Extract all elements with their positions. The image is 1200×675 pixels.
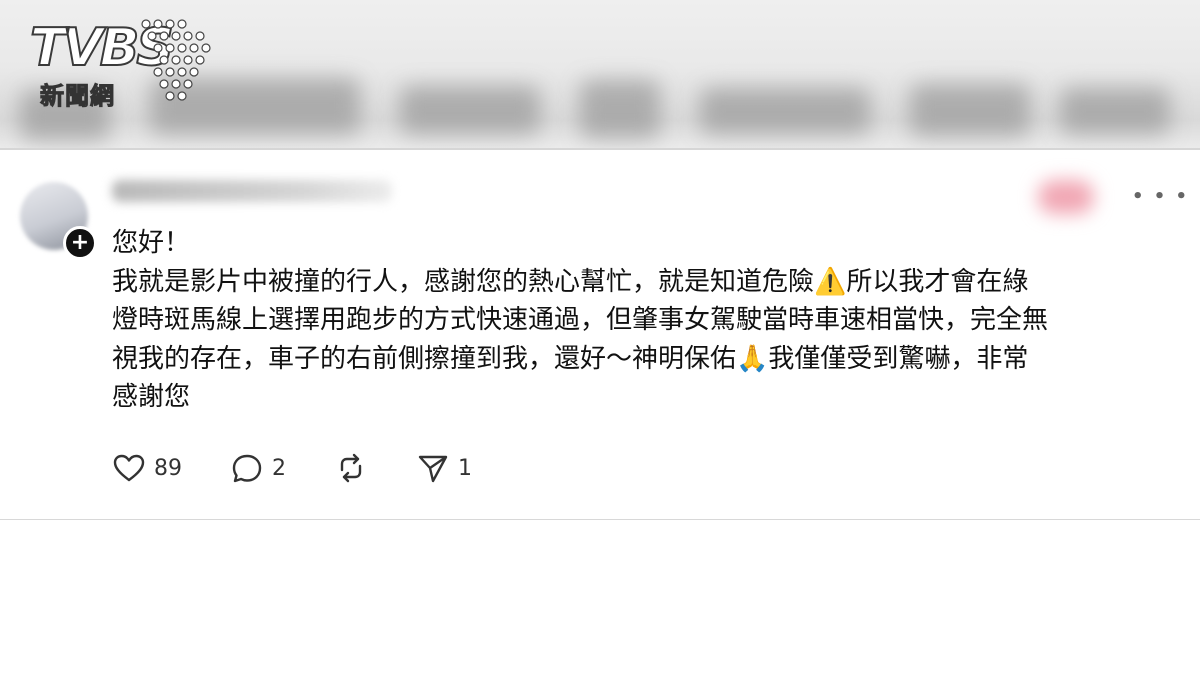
tvbs-logo: TVBS 新聞網 xyxy=(29,14,215,118)
comment-button[interactable]: 2 xyxy=(230,452,286,484)
username-blurred xyxy=(112,180,392,202)
blurred-badge xyxy=(1038,180,1094,214)
repost-icon xyxy=(340,453,362,483)
comment-line: 您好！ xyxy=(112,228,191,258)
logo-dots-icon xyxy=(141,19,211,101)
follow-plus-icon[interactable]: + xyxy=(63,226,97,260)
repost-button[interactable] xyxy=(334,452,368,484)
logo-subtitle: 新聞網 xyxy=(40,82,115,110)
comment-divider xyxy=(0,519,1200,520)
comment-text: 您好！ 我就是影片中被撞的行人，感謝您的熱心幫忙，就是知道危險⚠️所以我才會在綠… xyxy=(112,224,1172,417)
comment-line: 感謝您 xyxy=(112,382,191,412)
share-button[interactable]: 1 xyxy=(416,452,472,484)
comment-bubble-icon xyxy=(232,454,262,483)
comment-line: 燈時斑馬線上選擇用跑步的方式快速通過，但肇事女駕駛當時車速相當快，完全無 xyxy=(112,305,1049,335)
more-options-icon[interactable]: • • • xyxy=(1132,186,1189,207)
like-count: 89 xyxy=(154,455,182,481)
like-button[interactable]: 89 xyxy=(112,453,182,483)
share-count: 1 xyxy=(458,455,472,481)
action-bar: 89 2 1 xyxy=(112,452,520,484)
heart-icon xyxy=(113,454,145,482)
header-divider xyxy=(0,148,1200,150)
comment-count: 2 xyxy=(272,455,286,481)
send-icon xyxy=(418,455,448,483)
comment-line: 我就是影片中被撞的行人，感謝您的熱心幫忙，就是知道危險⚠️所以我才會在綠 xyxy=(112,266,1029,297)
comment-line: 視我的存在，車子的右前側擦撞到我，還好～神明保佑🙏我僅僅受到驚嚇，非常 xyxy=(112,343,1029,374)
